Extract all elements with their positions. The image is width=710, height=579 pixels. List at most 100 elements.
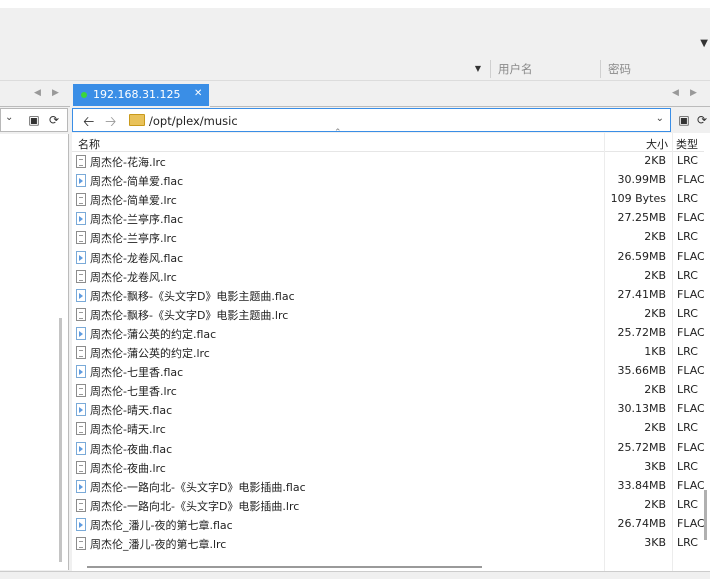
flac-file-icon [76, 288, 86, 302]
lrc-file-icon [76, 155, 86, 168]
table-row[interactable]: 周杰伦-七里香.flac 35.66MB FLAC [72, 362, 710, 381]
file-name: 周杰伦-一路向北-《头文字D》电影插曲.flac [90, 480, 306, 494]
table-row[interactable]: 周杰伦-蒲公英的约定.flac 25.72MB FLAC [72, 324, 710, 343]
file-type: FLAC [677, 173, 705, 187]
file-name: 周杰伦_潘儿-夜的第七章.lrc [90, 538, 227, 551]
table-row[interactable]: 周杰伦-花海.lrc 2KB LRC [72, 152, 710, 171]
file-size: 2KB [644, 306, 666, 320]
column-header-name[interactable]: 名称 [78, 136, 100, 152]
flac-file-icon [76, 479, 86, 493]
lrc-file-icon [76, 460, 86, 474]
file-type: FLAC [677, 516, 705, 530]
lrc-file-icon [76, 307, 86, 321]
table-row[interactable]: 周杰伦-飘移-《头文字D》电影主题曲.lrc 2KB LRC [72, 305, 710, 324]
chevron-down-icon[interactable]: ⌄ [656, 113, 664, 124]
tab-scroll-right-icon[interactable]: ▶ [52, 88, 59, 98]
column-header-type[interactable]: 类型 [676, 136, 698, 152]
file-name: 周杰伦_潘儿-夜的第七章.flac [90, 518, 233, 532]
file-type: LRC [677, 421, 698, 435]
lrc-file-icon [76, 384, 86, 398]
file-size: 3KB [644, 459, 666, 473]
quick-connect-bar [0, 58, 710, 81]
refresh-icon[interactable]: ⟳ [46, 112, 62, 128]
remote-path-bar[interactable]: 🡠 🡢 /opt/plex/music ⌄ [72, 108, 671, 132]
scrollbar-thumb[interactable] [87, 566, 482, 568]
tab-remote-session[interactable]: 192.168.31.125 ✕ [73, 84, 209, 106]
file-size: 25.72MB [617, 325, 666, 339]
file-size: 26.59MB [617, 249, 666, 263]
flac-file-icon [76, 212, 86, 226]
tab-scroll-left-icon[interactable]: ◀ [672, 88, 679, 98]
back-arrow-icon[interactable]: 🡠 [83, 111, 94, 135]
file-type: FLAC [677, 402, 705, 416]
file-size: 2KB [644, 154, 666, 167]
file-size: 2KB [644, 497, 666, 511]
table-row[interactable]: 周杰伦-龙卷风.flac 26.59MB FLAC [72, 248, 710, 267]
forward-arrow-icon[interactable]: 🡢 [105, 111, 116, 135]
folder-action-icon[interactable]: ▣ [26, 112, 42, 128]
divider [600, 60, 601, 78]
table-row[interactable]: 周杰伦-龙卷风.lrc 2KB LRC [72, 267, 710, 286]
table-row[interactable]: 周杰伦_潘儿-夜的第七章.lrc 3KB LRC [72, 534, 710, 553]
table-row[interactable]: 周杰伦-兰亭序.flac 27.25MB FLAC [72, 209, 710, 228]
remote-path-input[interactable]: /opt/plex/music [149, 114, 238, 128]
table-row[interactable]: 周杰伦-晴天.lrc 2KB LRC [72, 419, 710, 438]
flac-file-icon [76, 174, 86, 188]
file-name: 周杰伦-飘移-《头文字D》电影主题曲.lrc [90, 308, 289, 322]
table-row[interactable]: 周杰伦-简单爱.lrc 109 Bytes LRC [72, 190, 710, 209]
lrc-file-icon [76, 422, 86, 436]
chevron-down-icon[interactable]: ▼ [700, 38, 708, 49]
file-size: 33.84MB [617, 478, 666, 492]
file-name: 周杰伦-晴天.flac [90, 404, 173, 418]
table-row[interactable]: 周杰伦-七里香.lrc 2KB LRC [72, 381, 710, 400]
table-row[interactable]: 周杰伦-晴天.flac 30.13MB FLAC [72, 400, 710, 419]
chevron-down-icon[interactable]: ⌄ [5, 112, 13, 123]
file-name: 周杰伦-一路向北-《头文字D》电影插曲.lrc [90, 499, 300, 513]
table-row[interactable]: 周杰伦-一路向北-《头文字D》电影插曲.lrc 2KB LRC [72, 496, 710, 515]
lrc-file-icon [76, 537, 86, 550]
flac-file-icon [76, 403, 86, 417]
folder-action-icon[interactable]: ▣ [676, 112, 692, 128]
file-type: LRC [677, 230, 698, 244]
tab-label: 192.168.31.125 [93, 88, 181, 101]
file-name: 周杰伦-夜曲.lrc [90, 461, 166, 475]
username-field[interactable]: 用户名 [498, 61, 533, 77]
table-row[interactable]: 周杰伦-一路向北-《头文字D》电影插曲.flac 33.84MB FLAC [72, 477, 710, 496]
file-size: 3KB [644, 536, 666, 549]
file-size: 109 Bytes [610, 192, 666, 206]
file-size: 26.74MB [617, 516, 666, 530]
file-name: 周杰伦-简单爱.flac [90, 175, 184, 189]
close-icon[interactable]: ✕ [194, 88, 202, 99]
column-header-size[interactable]: 大小 [646, 136, 668, 152]
scrollbar-thumb[interactable] [704, 490, 707, 540]
tab-scroll-right-icon[interactable]: ▶ [690, 88, 697, 98]
password-field[interactable]: 密码 [608, 61, 631, 77]
lrc-file-icon [76, 269, 86, 283]
refresh-icon[interactable]: ⟳ [694, 112, 710, 128]
file-name: 周杰伦-七里香.flac [90, 366, 184, 380]
file-size: 2KB [644, 383, 666, 397]
file-size: 30.13MB [617, 402, 666, 416]
file-type: LRC [677, 268, 698, 282]
table-row[interactable]: 周杰伦-兰亭序.lrc 2KB LRC [72, 228, 710, 247]
file-name: 周杰伦-兰亭序.lrc [90, 232, 177, 246]
file-name: 周杰伦-夜曲.flac [90, 442, 173, 456]
remote-tab-bar [210, 82, 710, 107]
connected-status-icon [81, 92, 87, 98]
file-type: LRC [677, 383, 698, 397]
file-type: FLAC [677, 440, 705, 454]
host-dropdown-icon[interactable]: ▼ [470, 62, 486, 76]
horizontal-scrollbar[interactable] [72, 566, 672, 569]
table-row[interactable]: 周杰伦-夜曲.lrc 3KB LRC [72, 458, 710, 477]
tab-scroll-left-icon[interactable]: ◀ [34, 88, 41, 98]
flac-file-icon [76, 326, 86, 340]
table-row[interactable]: 周杰伦-简单爱.flac 30.99MB FLAC [72, 171, 710, 190]
scrollbar-thumb[interactable] [59, 318, 62, 562]
file-size: 2KB [644, 268, 666, 282]
table-row[interactable]: 周杰伦-夜曲.flac 25.72MB FLAC [72, 439, 710, 458]
table-row[interactable]: 周杰伦-飘移-《头文字D》电影主题曲.flac 27.41MB FLAC [72, 286, 710, 305]
folder-icon [129, 114, 145, 126]
table-row[interactable]: 周杰伦_潘儿-夜的第七章.flac 26.74MB FLAC [72, 515, 710, 534]
table-row[interactable]: 周杰伦-蒲公英的约定.lrc 1KB LRC [72, 343, 710, 362]
file-name: 周杰伦-龙卷风.lrc [90, 270, 177, 284]
